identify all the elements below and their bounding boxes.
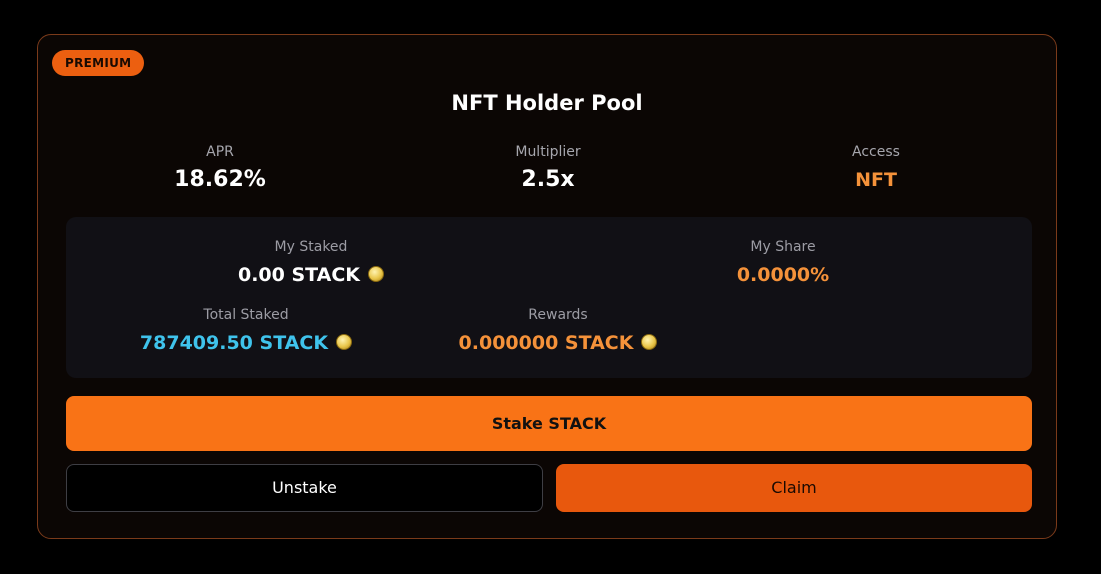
coin-icon bbox=[368, 265, 385, 282]
rewards-row: 0.000000 STACK bbox=[378, 330, 738, 356]
my-share-stat: My Share 0.0000% bbox=[603, 238, 963, 288]
my-share-value: 0.0000% bbox=[736, 264, 830, 286]
my-staked-label: My Staked bbox=[274, 239, 348, 255]
rewards-stat: Rewards 0.000000 STACK bbox=[378, 306, 738, 356]
total-staked-row: 787409.50 STACK bbox=[66, 330, 426, 356]
apr-stat: APR 18.62% bbox=[120, 143, 320, 195]
access-value: NFT bbox=[855, 169, 897, 191]
my-share-label: My Share bbox=[750, 239, 816, 255]
multiplier-label: Multiplier bbox=[515, 144, 581, 160]
premium-badge: PREMIUM bbox=[52, 50, 145, 76]
my-staked-stat: My Staked 0.00 STACK bbox=[131, 238, 491, 288]
apr-value: 18.62% bbox=[174, 167, 266, 192]
access-stat: Access NFT bbox=[776, 143, 976, 195]
coin-icon bbox=[336, 333, 353, 350]
my-staked-row: 0.00 STACK bbox=[131, 262, 491, 288]
coin-icon bbox=[641, 333, 658, 350]
total-staked-stat: Total Staked 787409.50 STACK bbox=[66, 306, 426, 356]
rewards-label: Rewards bbox=[528, 307, 588, 323]
multiplier-stat: Multiplier 2.5x bbox=[448, 143, 648, 195]
multiplier-value: 2.5x bbox=[521, 167, 575, 192]
rewards-value: 0.000000 STACK bbox=[458, 332, 634, 354]
pool-card: PREMIUM NFT Holder Pool APR 18.62% Multi… bbox=[37, 34, 1057, 539]
total-staked-value: 787409.50 STACK bbox=[139, 332, 329, 354]
unstake-button[interactable]: Unstake bbox=[66, 464, 543, 512]
access-label: Access bbox=[852, 144, 900, 160]
pool-title: NFT Holder Pool bbox=[451, 91, 643, 115]
apr-label: APR bbox=[206, 144, 234, 160]
total-staked-label: Total Staked bbox=[203, 307, 289, 323]
claim-button[interactable]: Claim bbox=[556, 464, 1032, 512]
user-stats-panel: My Staked 0.00 STACK My Share 0.0000% To… bbox=[66, 217, 1032, 378]
stake-button[interactable]: Stake STACK bbox=[66, 396, 1032, 451]
my-staked-value: 0.00 STACK bbox=[237, 264, 361, 286]
